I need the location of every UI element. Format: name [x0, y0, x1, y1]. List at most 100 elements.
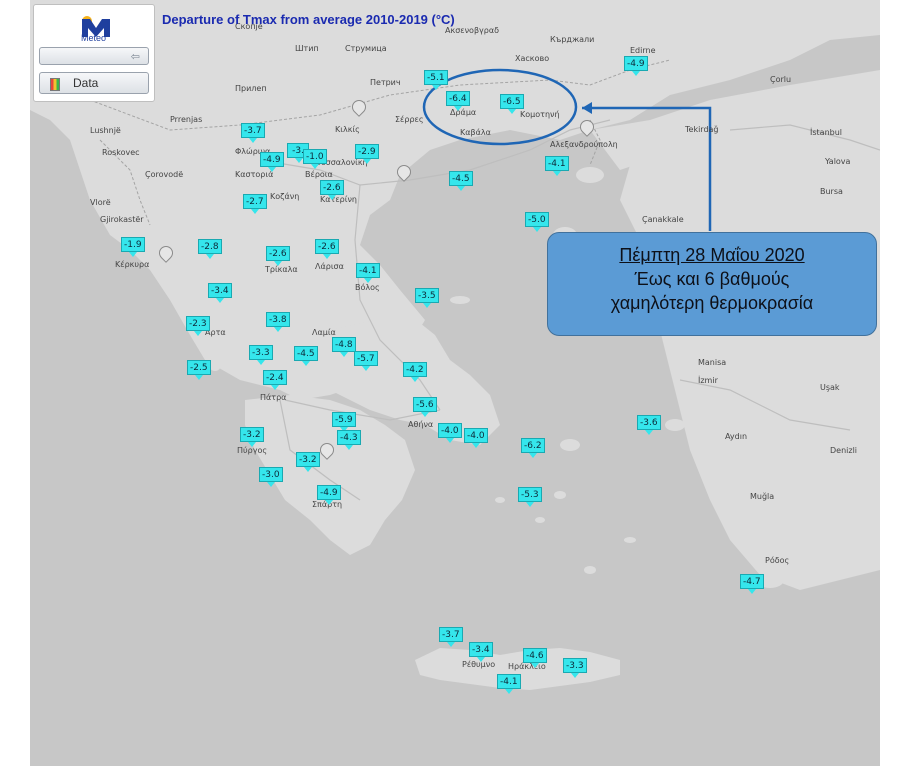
place-label: Çorlu	[770, 75, 792, 84]
station-value: -3.8	[266, 312, 290, 327]
station-value: -1.0	[303, 149, 327, 164]
place-label: Πάτρα	[260, 393, 287, 402]
station-value: -2.8	[198, 239, 222, 254]
place-label: İstanbul	[810, 128, 843, 137]
station-value: -4.9	[317, 485, 341, 500]
place-label: Σέρρες	[395, 115, 424, 124]
annotation-callout: Πέμπτη 28 Μαΐου 2020 Έως και 6 βαθμούς χ…	[547, 232, 877, 336]
station-value: -1.9	[121, 237, 145, 252]
place-label: Manisa	[698, 358, 727, 367]
station-value: -2.3	[186, 316, 210, 331]
place-label: Bursa	[820, 187, 843, 196]
station-value: -4.6	[523, 648, 547, 663]
place-label: Çanakkale	[642, 215, 684, 224]
station-value: -4.0	[438, 423, 462, 438]
station-value: -3.4	[208, 283, 232, 298]
place-label: Штип	[295, 44, 319, 53]
map-title: Departure of Tmax from average 2010-2019…	[162, 12, 455, 27]
station-value: -2.5	[187, 360, 211, 375]
station-value: -3.0	[259, 467, 283, 482]
station-value: -2.7	[243, 194, 267, 209]
station-value: -4.1	[356, 263, 380, 278]
place-label: Vlorë	[90, 198, 111, 207]
station-value: -4.9	[260, 152, 284, 167]
station-value: -4.7	[740, 574, 764, 589]
station-value: -5.6	[413, 397, 437, 412]
place-label: Βέροια	[305, 170, 333, 179]
station-value: -6.5	[500, 94, 524, 109]
station-value: -3.6	[637, 415, 661, 430]
place-label: Αθήνα	[408, 420, 434, 429]
place-label: Muğla	[750, 492, 775, 501]
place-label: Roskovec	[102, 148, 140, 157]
back-button[interactable]: ⇦	[39, 47, 149, 65]
station-value: -4.1	[545, 156, 569, 171]
place-label: Петрич	[370, 78, 401, 87]
place-label: Λαμία	[312, 328, 336, 337]
place-label: Κέρκυρα	[115, 260, 150, 269]
station-value: -2.6	[320, 180, 344, 195]
map-canvas[interactable]: Скопје Штип Струмица Петрич Кърджали Хасково П…	[30, 0, 880, 766]
station-value: -3.3	[563, 658, 587, 673]
station-value: -3.2	[240, 427, 264, 442]
station-value: -3.7	[241, 123, 265, 138]
place-label: Lushnjë	[90, 126, 121, 135]
place-label: Yalova	[825, 157, 851, 166]
place-label: Gjirokastër	[100, 215, 144, 224]
callout-date: Πέμπτη 28 Μαΐου 2020	[619, 245, 805, 265]
place-label: Τρίκαλα	[265, 265, 298, 274]
data-button[interactable]: Data	[39, 72, 149, 94]
place-label: Хасково	[515, 54, 550, 63]
color-bar-icon	[50, 78, 60, 91]
station-value: -6.4	[446, 91, 470, 106]
station-value: -3.2	[296, 452, 320, 467]
station-value: -5.3	[518, 487, 542, 502]
station-value: -4.5	[449, 171, 473, 186]
station-value: -5.7	[354, 351, 378, 366]
place-label: Denizli	[830, 446, 858, 455]
place-label: Edirne	[630, 46, 656, 55]
station-value: -4.3	[337, 430, 361, 445]
station-value: -4.0	[464, 428, 488, 443]
place-label: İzmir	[698, 376, 718, 385]
station-value: -2.4	[263, 370, 287, 385]
place-label: Ρόδος	[765, 556, 790, 565]
place-label: Πύργος	[237, 446, 268, 455]
place-label: Κοζάνη	[270, 192, 300, 201]
station-value: -2.6	[315, 239, 339, 254]
place-label: Çorovodë	[145, 170, 184, 179]
place-label: Tekirdağ	[685, 125, 719, 134]
station-value: -4.1	[497, 674, 521, 689]
station-value: -4.5	[294, 346, 318, 361]
station-value: -6.2	[521, 438, 545, 453]
place-label: Ακσενοβγραδ	[445, 26, 500, 35]
station-value: -5.9	[332, 412, 356, 427]
place-label: Струмица	[345, 44, 387, 53]
station-value: -4.2	[403, 362, 427, 377]
place-label: Κιλκίς	[335, 125, 360, 134]
data-button-label: Data	[73, 76, 99, 90]
back-arrow-icon: ⇦	[130, 50, 140, 63]
control-panel: Meteo ⇦ Data	[33, 4, 155, 102]
place-label: Καβάλα	[460, 128, 491, 137]
place-label: Κομοτηνή	[520, 110, 560, 119]
callout-line-3: χαμηλότερη θερμοκρασία	[610, 293, 814, 313]
station-value: -5.0	[525, 212, 549, 227]
place-label: Βόλος	[355, 283, 380, 292]
callout-line-2: Έως και 6 βαθμούς	[634, 269, 790, 289]
station-value: -3.3	[249, 345, 273, 360]
place-label: Αλεξανδρούπολη	[550, 140, 618, 149]
logo-text: Meteo	[81, 33, 107, 43]
station-value: -2.9	[355, 144, 379, 159]
station-value: -3.5	[415, 288, 439, 303]
station-value: -5.1	[424, 70, 448, 85]
station-value: -4.9	[624, 56, 648, 71]
place-label: Prrenjas	[170, 115, 203, 124]
place-label: Λάρισα	[315, 262, 344, 271]
station-value: -2.6	[266, 246, 290, 261]
place-label: Прилеп	[235, 84, 267, 93]
place-label: Кърджали	[550, 35, 595, 44]
station-value: -3.7	[439, 627, 463, 642]
station-value: -3.4	[469, 642, 493, 657]
place-label: Uşak	[820, 383, 840, 392]
